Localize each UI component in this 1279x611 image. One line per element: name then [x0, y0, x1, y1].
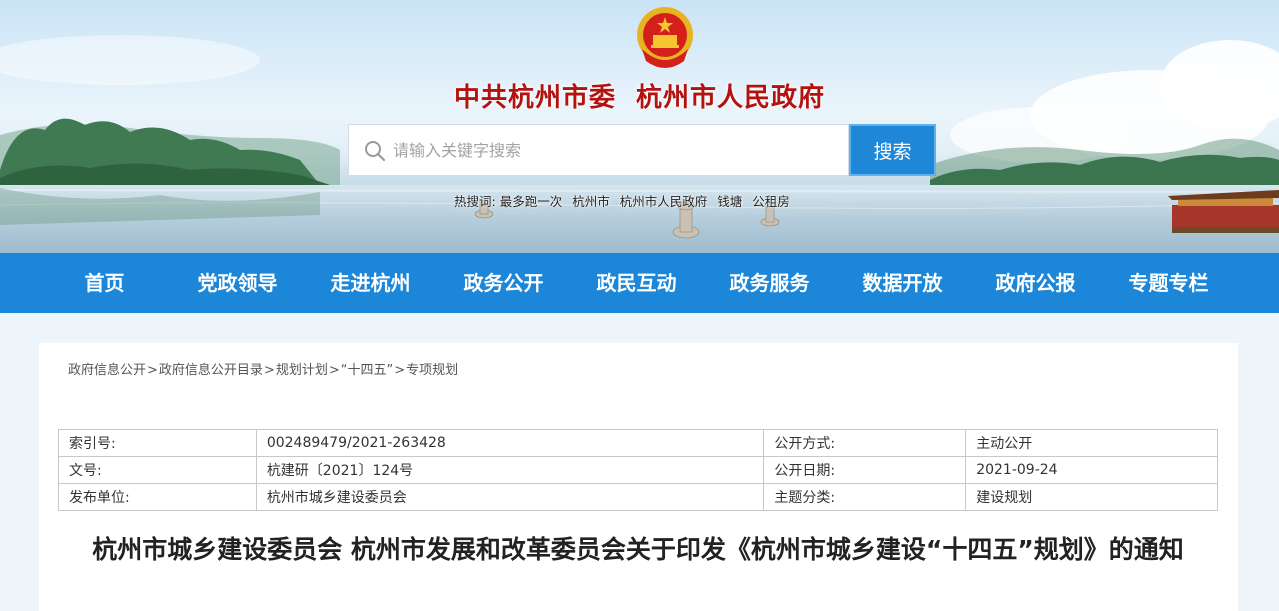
search-icon: [365, 141, 386, 162]
nav-item-services[interactable]: 政务服务: [703, 253, 836, 313]
breadcrumb-separator: >: [328, 363, 340, 378]
search-box: [348, 124, 849, 176]
breadcrumb-separator: >: [394, 363, 406, 378]
hot-word-link[interactable]: 公租房: [752, 194, 790, 209]
info-label-publish-date: 公开日期:: [763, 456, 967, 484]
info-value-doc-number: 杭建研〔2021〕124号: [255, 456, 765, 484]
table-row: 索引号: 002489479/2021-263428 公开方式: 主动公开: [58, 429, 1218, 457]
table-row: 文号: 杭建研〔2021〕124号 公开日期: 2021-09-24: [58, 456, 1218, 484]
header-banner: 中共杭州市委杭州市人民政府 搜索 热搜词: 最多跑一次 杭州市 杭州市人民政府 …: [0, 0, 1279, 253]
nav-item-government-affairs[interactable]: 政务公开: [437, 253, 570, 313]
breadcrumb-separator: >: [263, 363, 275, 378]
breadcrumb-item[interactable]: “十四五”: [341, 363, 393, 378]
document-title: 杭州市城乡建设委员会 杭州市发展和改革委员会关于印发《杭州市城乡建设“十四五”规…: [92, 535, 1184, 564]
breadcrumb-item[interactable]: 规划计划: [276, 363, 328, 378]
hot-words: 热搜词: 最多跑一次 杭州市 杭州市人民政府 钱塘 公租房: [454, 191, 796, 210]
hot-word-link[interactable]: 杭州市人民政府: [620, 194, 708, 209]
site-title: 中共杭州市委 杭州市人民政府: [0, 77, 1279, 114]
breadcrumb-item[interactable]: 政府信息公开目录: [159, 363, 263, 378]
info-label-index: 索引号:: [58, 429, 257, 457]
info-label-topic: 主题分类:: [763, 483, 967, 511]
nav-item-leadership[interactable]: 党政领导: [171, 253, 304, 313]
breadcrumb-item[interactable]: 专项规划: [406, 363, 458, 378]
hot-word-link[interactable]: 钱塘: [717, 194, 742, 209]
info-label-publisher: 发布单位:: [58, 483, 257, 511]
document-info-table: 索引号: 002489479/2021-263428 公开方式: 主动公开 文号…: [58, 429, 1218, 511]
breadcrumb-separator: >: [147, 363, 158, 378]
nav-item-gazette[interactable]: 政府公报: [969, 253, 1102, 313]
info-label-disclosure-method: 公开方式:: [763, 429, 967, 457]
breadcrumb-item[interactable]: 政府信息公开: [68, 363, 146, 378]
info-value-index: 002489479/2021-263428: [255, 429, 765, 457]
hot-word-link[interactable]: 杭州市: [572, 194, 610, 209]
hot-word-link[interactable]: 最多跑一次: [500, 194, 563, 209]
national-emblem-icon: [637, 7, 693, 68]
nav-item-open-data[interactable]: 数据开放: [836, 253, 969, 313]
hot-words-label: 热搜词:: [454, 194, 496, 209]
content-panel: 政府信息公开>政府信息公开目录>规划计划>“十四五”>专项规划 索引号: 002…: [39, 343, 1238, 611]
breadcrumb: 政府信息公开>政府信息公开目录>规划计划>“十四五”>专项规划: [68, 359, 458, 378]
nav-item-about-hangzhou[interactable]: 走进杭州: [304, 253, 437, 313]
site-title-government: 杭州市人民政府: [636, 83, 826, 113]
main-nav: 首页 党政领导 走进杭州 政务公开 政民互动 政务服务 数据开放 政府公报 专题…: [0, 253, 1279, 313]
info-value-publisher: 杭州市城乡建设委员会: [255, 483, 765, 511]
info-value-topic: 建设规划: [965, 483, 1218, 511]
nav-item-interaction[interactable]: 政民互动: [570, 253, 703, 313]
site-title-party: 中共杭州市委: [453, 83, 616, 113]
table-row: 发布单位: 杭州市城乡建设委员会 主题分类: 建设规划: [58, 483, 1218, 511]
nav-item-special-topics[interactable]: 专题专栏: [1102, 253, 1235, 313]
search-button[interactable]: 搜索: [849, 124, 936, 176]
info-value-disclosure-method: 主动公开: [965, 429, 1218, 457]
info-value-publish-date: 2021-09-24: [965, 456, 1218, 484]
search-input[interactable]: [393, 125, 833, 175]
info-label-doc-number: 文号:: [58, 456, 257, 484]
nav-item-home[interactable]: 首页: [38, 253, 171, 313]
